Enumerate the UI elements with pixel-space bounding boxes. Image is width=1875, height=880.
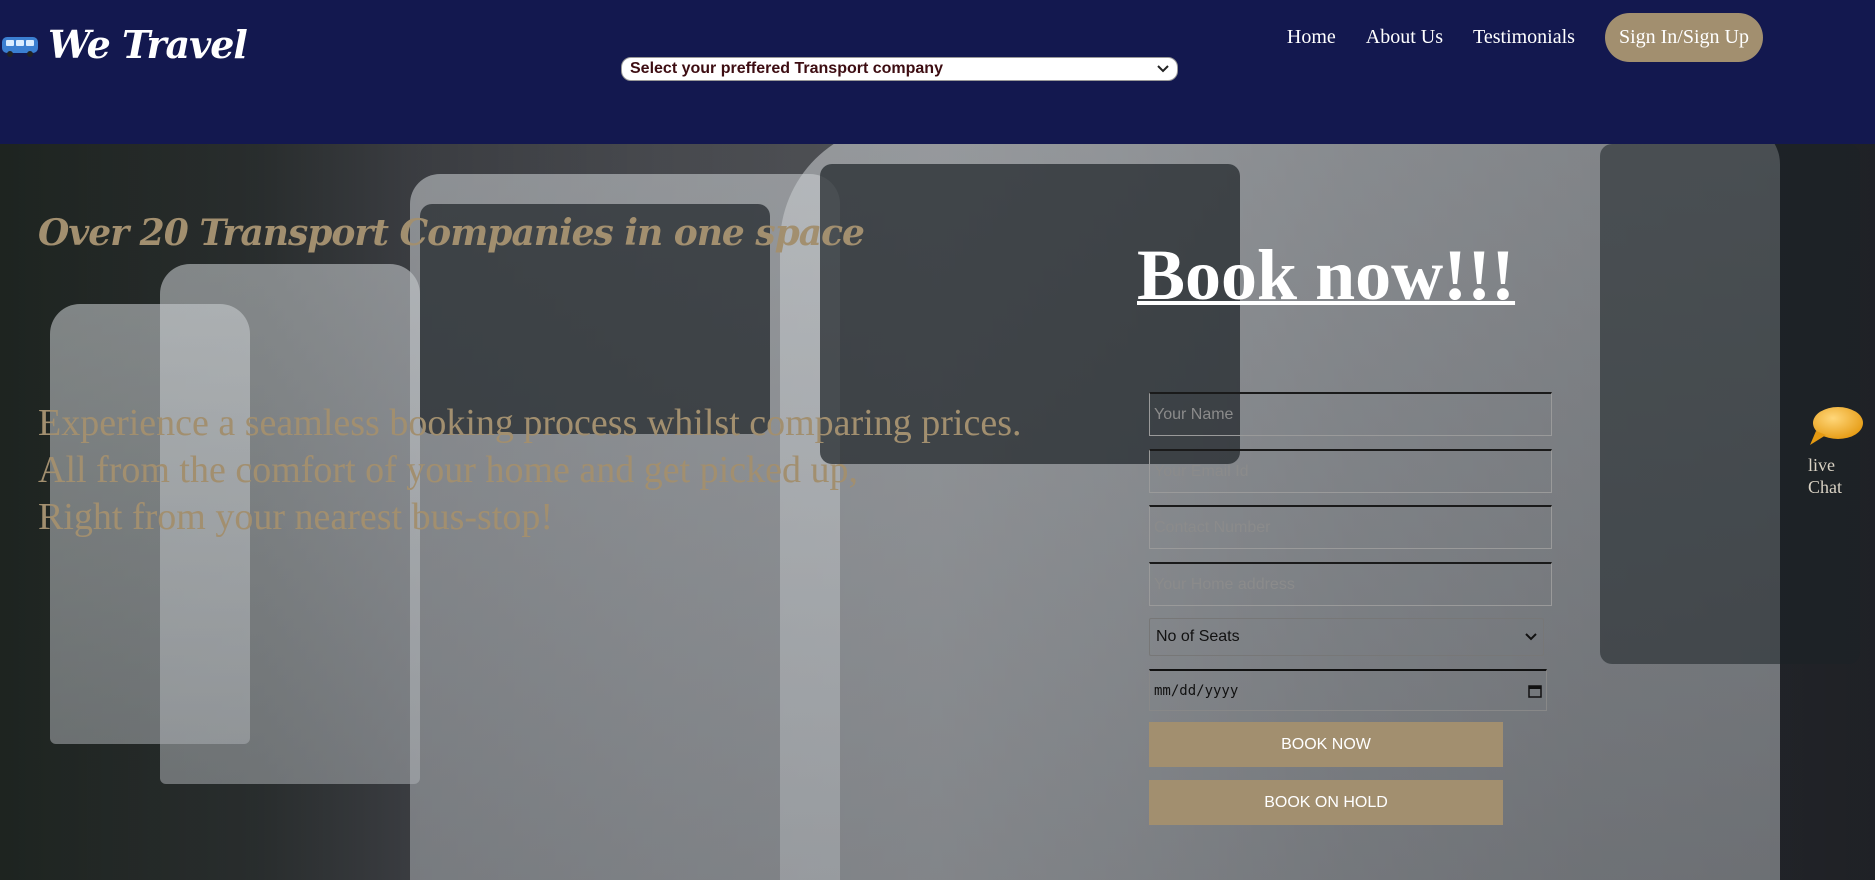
hero-intro: Experience a seamless booking process wh… xyxy=(38,400,1022,541)
chat-bubble-icon xyxy=(1810,407,1863,445)
email-field[interactable] xyxy=(1149,449,1552,493)
chevron-down-icon xyxy=(1525,633,1537,641)
travel-date-value: mm/dd/yyyy xyxy=(1154,682,1239,699)
transport-company-select-value: Select your preffered Transport company xyxy=(630,60,943,77)
hero-intro-line: Right from your nearest bus-stop! xyxy=(38,496,554,538)
site-header: We Travel Select your preffered Transpor… xyxy=(0,0,1875,144)
name-field[interactable] xyxy=(1149,392,1552,436)
hero-intro-line: Experience a seamless booking process wh… xyxy=(38,402,1022,444)
live-chat-widget[interactable]: live Chat xyxy=(1808,405,1868,498)
hero-intro-line: All from the comfort of your home and ge… xyxy=(38,449,858,491)
booking-title: Book now!!! xyxy=(1137,235,1516,315)
live-chat-label: live Chat xyxy=(1808,454,1868,498)
live-chat-label-line: Chat xyxy=(1808,477,1842,497)
hero-section: Over 20 Transport Companies in one space… xyxy=(0,144,1875,880)
nav-testimonials[interactable]: Testimonials xyxy=(1473,26,1575,49)
signin-signup-button[interactable]: Sign In/Sign Up xyxy=(1604,13,1763,62)
contact-number-field[interactable] xyxy=(1149,505,1552,549)
home-address-field[interactable] xyxy=(1149,562,1552,606)
logo[interactable]: We Travel xyxy=(0,22,248,67)
chevron-down-icon xyxy=(1157,65,1169,73)
hero-tagline: Over 20 Transport Companies in one space xyxy=(38,212,865,254)
book-on-hold-button[interactable]: BOOK ON HOLD xyxy=(1149,780,1503,825)
calendar-icon[interactable] xyxy=(1528,684,1542,698)
seats-select-value: No of Seats xyxy=(1156,628,1240,645)
book-now-button[interactable]: BOOK NOW xyxy=(1149,722,1503,767)
transport-company-select[interactable]: Select your preffered Transport company xyxy=(621,57,1178,81)
nav-about-us[interactable]: About Us xyxy=(1366,26,1443,49)
live-chat-label-line: live xyxy=(1808,455,1835,475)
nav-home[interactable]: Home xyxy=(1287,26,1336,49)
travel-date-input[interactable]: mm/dd/yyyy xyxy=(1149,669,1547,711)
main-nav: Home About Us Testimonials Sign In/Sign … xyxy=(1287,13,1763,62)
bus-icon xyxy=(2,36,38,57)
seats-select[interactable]: No of Seats xyxy=(1149,618,1544,656)
logo-text: We Travel xyxy=(48,22,248,67)
background-bus-window xyxy=(1600,144,1860,664)
